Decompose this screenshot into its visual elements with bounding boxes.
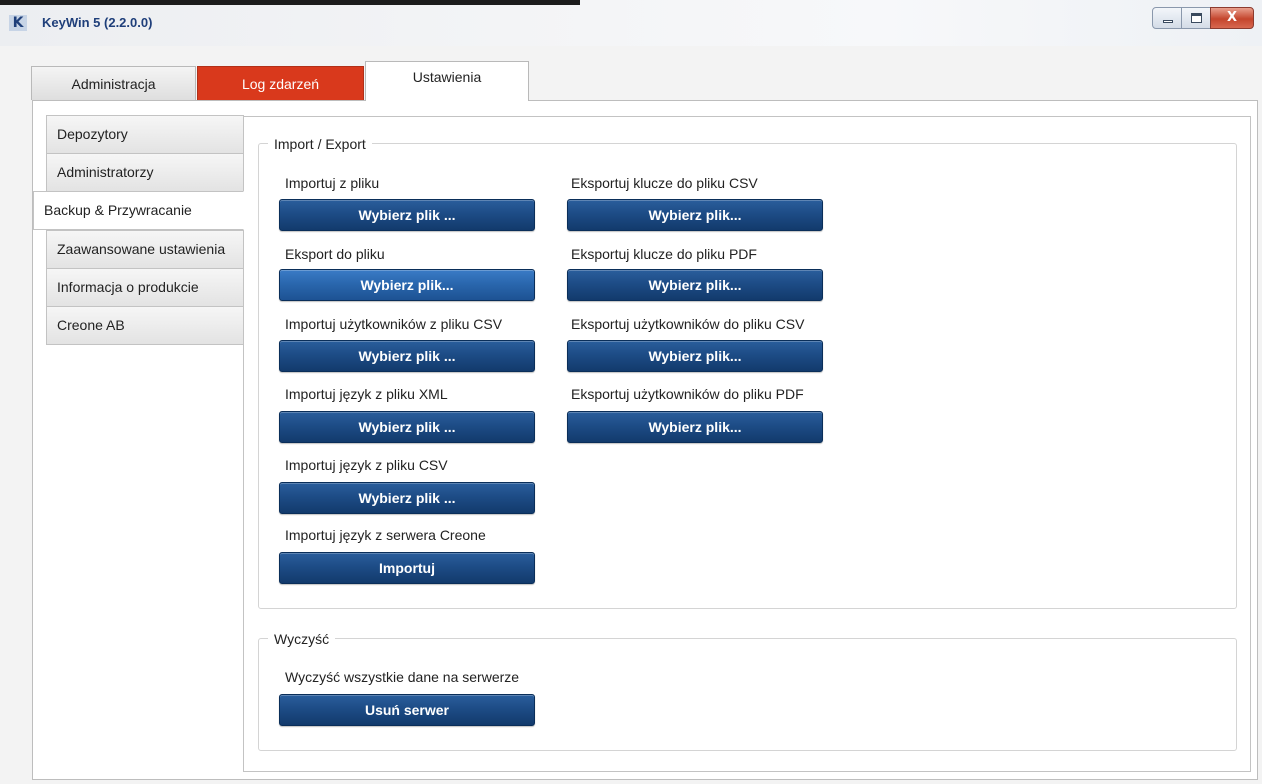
export-file-label: Eksport do pliku bbox=[285, 246, 385, 262]
export-file-button[interactable]: Wybierz plik... bbox=[279, 269, 535, 301]
import-file-label: Importuj z pliku bbox=[285, 175, 380, 191]
maximize-icon bbox=[1191, 13, 1202, 23]
export-users-pdf-button[interactable]: Wybierz plik... bbox=[567, 411, 823, 443]
window-controls: X bbox=[1152, 7, 1254, 29]
import-lang-xml-label: Importuj język z pliku XML bbox=[285, 386, 448, 402]
import-file-button[interactable]: Wybierz plik ... bbox=[279, 199, 535, 231]
import-users-csv-button[interactable]: Wybierz plik ... bbox=[279, 340, 535, 372]
sidebar-item-informacja[interactable]: Informacja o produkcie bbox=[46, 268, 244, 307]
sidebar-item-administratorzy[interactable]: Administratorzy bbox=[46, 153, 244, 192]
clear-legend: Wyczyść bbox=[268, 631, 336, 647]
sidebar-item-depozytory[interactable]: Depozytory bbox=[46, 115, 244, 154]
export-keys-pdf-label: Eksportuj klucze do pliku PDF bbox=[571, 246, 757, 262]
top-strip bbox=[0, 0, 580, 5]
app-logo-icon: K bbox=[9, 15, 27, 31]
import-export-legend: Import / Export bbox=[268, 136, 372, 152]
export-users-pdf-label: Eksportuj użytkowników do pliku PDF bbox=[571, 386, 804, 402]
sidebar-item-zaawansowane[interactable]: Zaawansowane ustawienia bbox=[46, 230, 244, 269]
export-keys-csv-label: Eksportuj klucze do pliku CSV bbox=[571, 175, 758, 191]
tab-administracja[interactable]: Administracja bbox=[31, 66, 196, 100]
import-lang-csv-label: Importuj język z pliku CSV bbox=[285, 457, 448, 473]
window-title: KeyWin 5 (2.2.0.0) bbox=[42, 15, 153, 30]
import-lang-server-button[interactable]: Importuj bbox=[279, 552, 535, 584]
sidebar-item-creone[interactable]: Creone AB bbox=[46, 306, 244, 345]
export-keys-csv-button[interactable]: Wybierz plik... bbox=[567, 199, 823, 231]
maximize-button[interactable] bbox=[1181, 7, 1211, 29]
import-users-csv-label: Importuj użytkowników z pliku CSV bbox=[285, 316, 503, 332]
export-users-csv-label: Eksportuj użytkowników do pliku CSV bbox=[571, 316, 805, 332]
export-keys-pdf-button[interactable]: Wybierz plik... bbox=[567, 269, 823, 301]
title-bar: K KeyWin 5 (2.2.0.0) X bbox=[0, 0, 1262, 46]
close-button[interactable]: X bbox=[1210, 7, 1254, 29]
minimize-icon bbox=[1163, 20, 1173, 23]
import-lang-csv-button[interactable]: Wybierz plik ... bbox=[279, 482, 535, 514]
sidebar-item-backup[interactable]: Backup & Przywracanie bbox=[33, 191, 244, 230]
tab-ustawienia[interactable]: Ustawienia bbox=[365, 61, 529, 101]
minimize-button[interactable] bbox=[1152, 7, 1182, 29]
delete-server-button[interactable]: Usuń serwer bbox=[279, 694, 535, 726]
import-lang-xml-button[interactable]: Wybierz plik ... bbox=[279, 411, 535, 443]
export-users-csv-button[interactable]: Wybierz plik... bbox=[567, 340, 823, 372]
clear-server-label: Wyczyść wszystkie dane na serwerze bbox=[285, 669, 520, 685]
tab-log-zdarzen[interactable]: Log zdarzeń bbox=[197, 66, 364, 100]
import-lang-server-label: Importuj język z serwera Creone bbox=[285, 527, 486, 543]
